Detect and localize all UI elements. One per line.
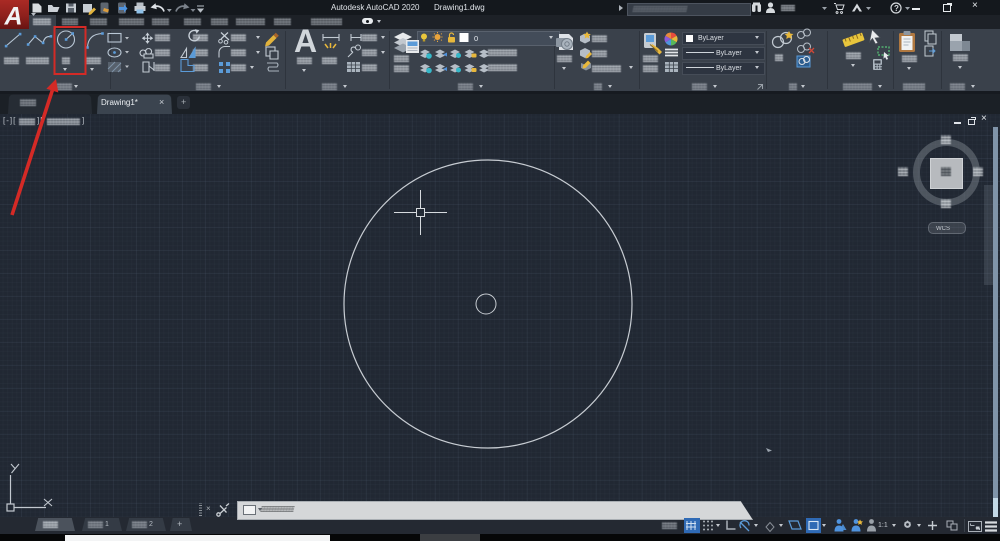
svg-text:A: A (4, 3, 23, 31)
svg-text:?: ? (894, 4, 899, 13)
